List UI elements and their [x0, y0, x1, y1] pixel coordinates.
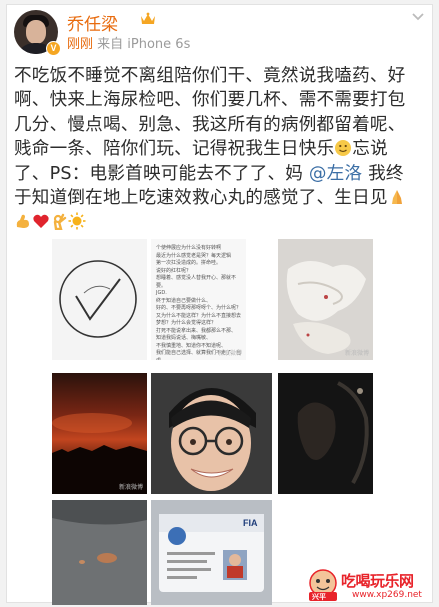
photo-tissues[interactable]: 新浪微博	[278, 239, 373, 360]
text-note-line: 打死不能说拿出来、我都那么不那、	[156, 327, 237, 334]
post-source: 来自 iPhone 6s	[97, 37, 191, 52]
post-meta: 刚刚 来自 iPhone 6s	[67, 33, 190, 52]
photo-text-note[interactable]: 个使伸展应为什么没有好转啊 最近为什么感觉老是哭？每天逻辑 第一次扛没造成的。拼命哇…	[151, 239, 246, 360]
heart-emoji-icon	[33, 215, 49, 229]
weibo-watermark: 新浪微博	[217, 350, 242, 357]
text-note-line: 说好的红杠呢？	[156, 267, 192, 274]
text-note-line: 终于知道自己要做什么、	[156, 297, 212, 304]
sun-emoji-icon	[68, 212, 86, 230]
text-note-line: 第一次扛没造成的。拼命哇。	[156, 260, 222, 266]
pray-emoji-icon	[391, 190, 402, 205]
chevron-down-icon[interactable]	[411, 12, 425, 22]
text-note-line: JGD.	[156, 290, 167, 296]
text-note-line: 又为什么不能这样？为什么不直接想去	[156, 312, 242, 319]
site-logo-url: www.xp269.net	[352, 590, 422, 600]
text-note-line: 好的、不要再呀那呀呀个、为什么呢？	[156, 305, 242, 311]
site-logo-badge-text: 兴平	[312, 593, 326, 601]
smile-emoji-icon	[335, 140, 352, 157]
weibo-watermark: 新浪微博	[344, 350, 369, 357]
username[interactable]: 乔任梁	[67, 10, 118, 35]
photo-checkmark-drawing[interactable]	[52, 239, 147, 360]
text-note-line: 梦想？为什么会觉得这样？	[156, 320, 217, 326]
site-logo-name: 吃喝玩乐网	[341, 572, 414, 590]
text-note-line: 个使伸展应为什么没有好转啊	[156, 245, 222, 251]
text-note-line: 最近为什么感觉老是哭？每天逻辑	[156, 252, 232, 259]
post-time: 刚刚	[67, 37, 94, 52]
photo-sunset-sky[interactable]: 新浪微博	[52, 373, 147, 494]
text-note-content: 个使伸展应为什么没有好转啊 最近为什么感觉老是哭？每天逻辑 第一次扛没造成的。拼命哇…	[151, 239, 246, 360]
mention-link[interactable]: @左洛	[309, 164, 362, 184]
photo-dark-night[interactable]	[278, 373, 373, 494]
photo-car-floor[interactable]	[52, 500, 147, 605]
ok-hand-emoji-icon	[53, 214, 67, 231]
muscle-emoji-icon	[16, 215, 29, 229]
id-card-fia-label: FIA	[243, 518, 258, 528]
photo-fia-id-card[interactable]: FIA	[151, 500, 272, 605]
post-body: 不吃饭不睡觉不离组陪你们干、竟然说我嗑药、好啊、快来上海尿检吧、你们要几杯、需不…	[14, 64, 414, 235]
text-note-line: 知道我妈说话、梅嘴敏、	[156, 335, 212, 341]
verified-badge-icon: V	[46, 41, 61, 56]
text-note-line: 想睡着、感觉没人替我开心、那就不要。	[156, 275, 237, 289]
weibo-watermark: 新浪微博	[118, 484, 143, 491]
member-crown-icon	[141, 12, 155, 24]
photo-selfie-glasses[interactable]	[151, 373, 272, 494]
